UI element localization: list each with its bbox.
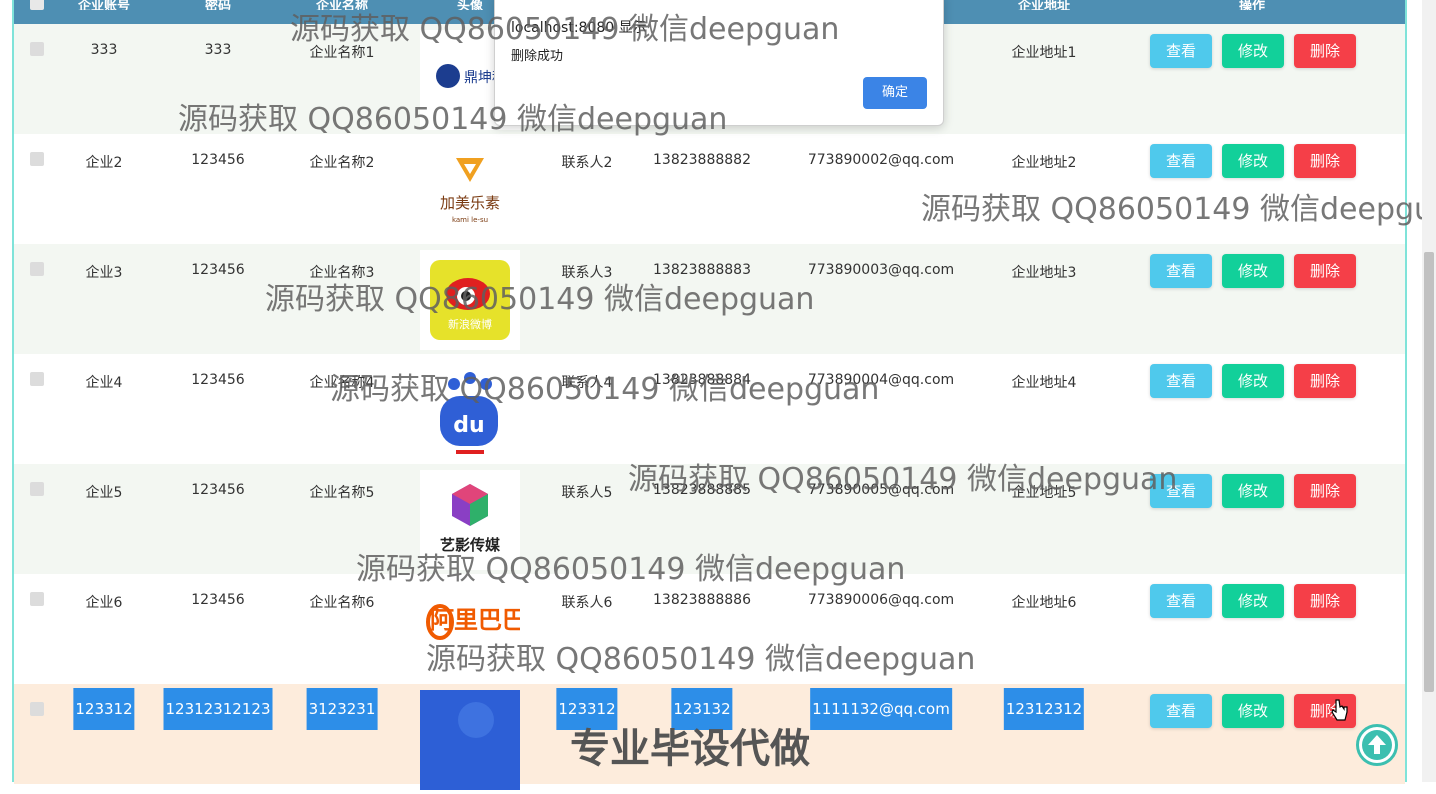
cell-account: 企业6 (85, 595, 123, 611)
edit-button[interactable]: 修改 (1222, 364, 1284, 398)
delete-button[interactable]: 删除 (1294, 254, 1356, 288)
cell-name: 企业名称6 (309, 595, 375, 611)
view-button[interactable]: 查看 (1150, 254, 1212, 288)
watermark: 源码获取 QQ86050149 微信deepguan (290, 12, 840, 47)
watermark: 源码获取 QQ86050149 微信deepguan (330, 372, 880, 407)
cell-contact: 联系人5 (561, 485, 613, 501)
company-logo-image (420, 690, 520, 790)
cell-email: 773890006@qq.com (807, 592, 955, 608)
delete-button[interactable]: 删除 (1294, 144, 1356, 178)
row-checkbox[interactable] (30, 372, 44, 386)
hand-cursor-icon (1331, 699, 1348, 721)
header-actions: 操作 (1238, 0, 1266, 10)
watermark: 源码获取 QQ86050149 微信deepguan (628, 462, 1178, 497)
cell-account: 企业2 (85, 155, 123, 171)
watermark: 源码获取 QQ86050149 微信deepguan (178, 102, 728, 137)
view-button[interactable]: 查看 (1150, 364, 1212, 398)
delete-button[interactable]: 删除 (1294, 584, 1356, 618)
row-checkbox[interactable] (30, 592, 44, 606)
delete-button[interactable]: 删除 (1294, 474, 1356, 508)
watermark: 源码获取 QQ86050149 微信deepguan (356, 552, 906, 587)
company-logo-image: 加美乐素 kami le-su (420, 140, 520, 240)
cell-phone: 13823888886 (653, 592, 751, 608)
cell-password: 123456 (191, 482, 245, 498)
arrow-up-icon (1362, 730, 1392, 760)
view-button[interactable]: 查看 (1150, 144, 1212, 178)
cell-address: 企业地址1 (1011, 45, 1077, 61)
dialog-ok-button[interactable]: 确定 (863, 77, 927, 109)
view-button[interactable]: 查看 (1150, 694, 1212, 728)
row-checkbox[interactable] (30, 42, 44, 56)
cell-address: 12312312 (1003, 688, 1085, 730)
cell-email: 773890002@qq.com (807, 152, 955, 168)
row-checkbox[interactable] (30, 262, 44, 276)
vertical-scrollbar[interactable] (1422, 0, 1436, 782)
cell-password: 333 (204, 42, 232, 58)
edit-button[interactable]: 修改 (1222, 254, 1284, 288)
view-button[interactable]: 查看 (1150, 34, 1212, 68)
row-checkbox[interactable] (30, 482, 44, 496)
cell-contact: 联系人6 (561, 595, 613, 611)
cell-email: 1111132@qq.com (810, 688, 952, 730)
row-checkbox[interactable] (30, 702, 44, 716)
cell-password: 123456 (191, 592, 245, 608)
cell-password: 123456 (191, 262, 245, 278)
cell-password: 123456 (191, 152, 245, 168)
svg-text:新浪微博: 新浪微博 (448, 317, 492, 331)
watermark: 源码获取 QQ86050149 微信deepguan (426, 642, 976, 677)
header-account[interactable]: 企业账号 (78, 0, 130, 10)
cell-account: 企业4 (85, 375, 123, 391)
cell-password: 12312312123 (163, 688, 273, 730)
header-password[interactable]: 密码 (205, 0, 231, 10)
svg-text:kami le-su: kami le-su (452, 216, 488, 224)
edit-button[interactable]: 修改 (1222, 34, 1284, 68)
svg-text:阿里巴巴: 阿里巴巴 (430, 606, 520, 634)
cell-name: 企业名称2 (309, 155, 375, 171)
watermark: 源码获取 QQ86050149 微信deepgua (921, 192, 1436, 227)
view-button[interactable]: 查看 (1150, 584, 1212, 618)
edit-button[interactable]: 修改 (1222, 694, 1284, 728)
edit-button[interactable]: 修改 (1222, 144, 1284, 178)
watermark-bottom: 专业毕设代做 (570, 726, 810, 772)
svg-text:du: du (453, 413, 484, 438)
cell-account: 333 (90, 42, 118, 58)
svg-text:加美乐素: 加美乐素 (440, 194, 500, 212)
cell-contact: 联系人2 (561, 155, 613, 171)
scrollbar-thumb[interactable] (1424, 252, 1434, 692)
cell-address: 企业地址6 (1011, 595, 1077, 611)
cell-account: 企业5 (85, 485, 123, 501)
select-all-checkbox[interactable] (30, 0, 44, 10)
row-checkbox[interactable] (30, 152, 44, 166)
cell-account: 企业3 (85, 265, 123, 281)
cell-name: 企业名称5 (309, 485, 375, 501)
delete-button[interactable]: 删除 (1294, 364, 1356, 398)
header-address[interactable]: 企业地址 (1018, 0, 1070, 10)
cell-name: 3123231 (306, 688, 378, 730)
cell-address: 企业地址3 (1011, 265, 1077, 281)
cell-address: 企业地址2 (1011, 155, 1077, 171)
cell-password: 123456 (191, 372, 245, 388)
cell-phone: 13823888882 (653, 152, 751, 168)
delete-button[interactable]: 删除 (1294, 34, 1356, 68)
cell-address: 企业地址4 (1011, 375, 1077, 391)
edit-button[interactable]: 修改 (1222, 474, 1284, 508)
cell-email: 773890003@qq.com (807, 262, 955, 278)
cell-account: 123312 (73, 688, 135, 730)
back-to-top-button[interactable] (1356, 724, 1398, 766)
edit-button[interactable]: 修改 (1222, 584, 1284, 618)
watermark: 源码获取 QQ86050149 微信deepguan (265, 282, 815, 317)
